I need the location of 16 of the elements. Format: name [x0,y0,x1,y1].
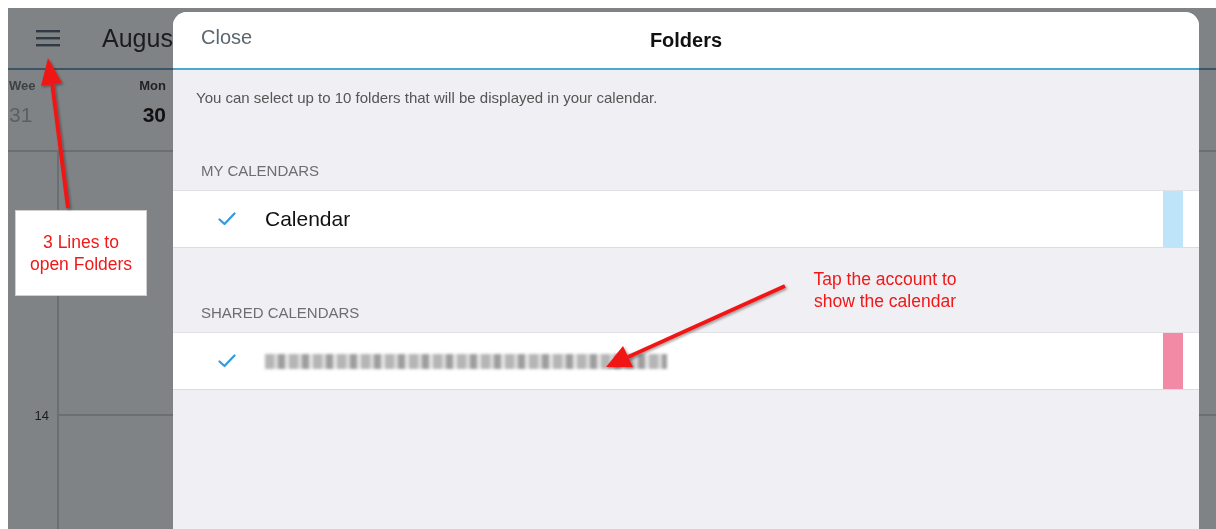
calendar-row[interactable]: Calendar [173,190,1199,248]
calendar-name: Calendar [265,207,351,231]
month-title: Augus [102,23,173,53]
annotation-text: 3 Lines to open Folders [15,210,147,296]
section-heading: MY CALENDARS [200,162,321,181]
calendar-row[interactable] [173,332,1199,390]
date-number: 30 [142,103,166,127]
section-heading: SHARED CALENDARS [200,304,361,323]
weekday-label: Mon [139,78,166,93]
hour-label: 14 [34,408,49,425]
menu-icon[interactable] [36,29,60,47]
close-button[interactable]: Close [201,26,253,49]
info-text: You can select up to 10 folders that will be displayed in your calendar. [195,88,659,106]
annotation-text: Tap the account to show the calendar [812,268,958,312]
dialog-title: Folders [649,28,723,52]
weekday-label: Wee [9,78,36,93]
